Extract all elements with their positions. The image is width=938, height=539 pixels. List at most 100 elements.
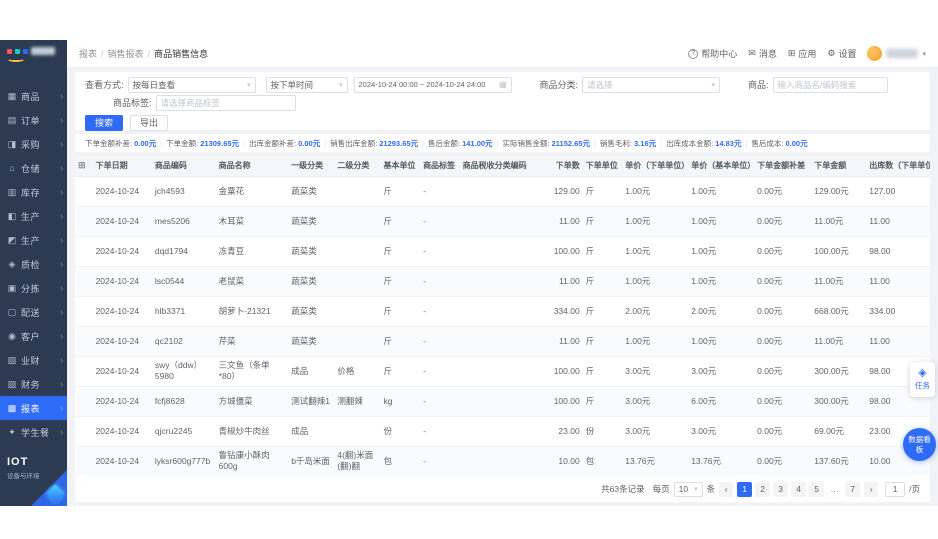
cell: 1.00元	[622, 206, 689, 237]
product-search-input[interactable]	[772, 76, 888, 93]
stat-divider: |	[660, 138, 663, 148]
export-button[interactable]: 导出	[130, 114, 169, 131]
cell: -	[420, 326, 460, 357]
stat-value: 0.00元	[785, 138, 808, 148]
category-select[interactable]: 请选择 ▾	[582, 76, 721, 93]
menu-icon: ▧	[7, 354, 17, 365]
page-button[interactable]: 1	[737, 481, 753, 497]
page-button[interactable]: 4	[791, 481, 807, 497]
menu-icon: ◉	[8, 330, 16, 341]
breadcrumb-item[interactable]: 报表	[79, 47, 97, 60]
next-page-button[interactable]: ›	[864, 481, 879, 497]
search-button[interactable]: 搜索	[85, 114, 124, 131]
menu-icon: ▢	[7, 306, 17, 317]
column-header[interactable]: 出库数（下单单位）	[866, 156, 930, 177]
table-row[interactable]: 2024-10-24 lyksr600g777b 鲁钻康小酥肉600g b千岛米面 4(…	[75, 446, 930, 477]
table-row[interactable]: 2024-10-24 qc2102 芹菜 蔬菜类斤 -11.00 斤 1.00元 1.00元 0…	[75, 326, 930, 357]
column-header[interactable]: 下单金额	[811, 156, 867, 177]
table-header-row: ⊞ 下单日期 商品编码 商品名称 一级分类 二级分类 基本单位 商品标签 商品税收分类编码 下单数…	[75, 156, 930, 177]
table-row[interactable]: 2024-10-24 qjcru2245 青椒炒牛肉丝 成品份 -23.00 份 3.00元…	[75, 416, 930, 447]
sidebar-item-3[interactable]: ◨ 采购 ›	[0, 132, 67, 156]
table-row[interactable]: 2024-10-24 dqd1794 冻青豆 蔬菜类斤 -100.00 斤 1.00元 1.0…	[75, 236, 930, 267]
tag-input[interactable]	[155, 94, 296, 111]
time-type-select[interactable]: 按下单时间 ▾	[265, 76, 348, 93]
page-button[interactable]: 7	[845, 481, 861, 497]
help-action[interactable]: ? 帮助中心	[688, 47, 737, 60]
user-menu[interactable]: ▾	[867, 46, 926, 61]
sidebar-item-12[interactable]: ▧ 业财 ›	[0, 348, 67, 372]
sales-table: ⊞ 下单日期 商品编码 商品名称 一级分类 二级分类 基本单位 商品标签 商品税收分类编码 下单数…	[75, 156, 930, 477]
table-row[interactable]: 2024-10-24 lsc0544 老鼠菜 蔬菜类斤 -11.00 斤 1.00元 1.00…	[75, 266, 930, 297]
chevron-right-icon: ›	[60, 403, 63, 413]
sidebar-item-2[interactable]: ▤ 订单 ›	[0, 108, 67, 132]
column-header[interactable]: 下单日期	[92, 156, 152, 177]
sidebar-item-13[interactable]: ▨ 财务 ›	[0, 372, 67, 396]
column-header[interactable]: 单价（基本单位）	[688, 156, 755, 177]
chevron-right-icon: ›	[60, 211, 63, 221]
sidebar-item-7[interactable]: ◩ 生产 ›	[0, 228, 67, 252]
sidebar-item-4[interactable]: ⌂ 仓储 ›	[0, 156, 67, 180]
column-header[interactable]: 商品编码	[151, 156, 216, 177]
page-button[interactable]: 3	[773, 481, 789, 497]
date-range-picker[interactable]: 2024-10-24 00:00 ~ 2024-10-24 24:00 ▦	[353, 76, 512, 93]
sidebar-item-1[interactable]: ▦ 商品 ›	[0, 84, 67, 108]
message-action[interactable]: ✉ 消息	[748, 47, 777, 60]
cell	[459, 266, 530, 297]
cell: 斤	[380, 266, 421, 297]
apps-action[interactable]: ⊞ 应用	[788, 47, 817, 60]
cell: 11.00	[529, 326, 583, 357]
sidebar-item-5[interactable]: ▥ 库存 ›	[0, 180, 67, 204]
cell: 0.00元	[754, 296, 812, 327]
stat-value: 14.83元	[715, 138, 742, 148]
sidebar-item-14[interactable]: ▩ 报表 ›	[0, 396, 67, 420]
table-row[interactable]: 2024-10-24 jch4593 金粟花 蔬菜类斤 -129.00 斤 1.00元 1.0…	[75, 176, 930, 207]
page-button[interactable]: 2	[755, 481, 771, 497]
column-header[interactable]: 商品标签	[420, 156, 460, 177]
column-header[interactable]: 单价（下单单位）	[622, 156, 689, 177]
table-row[interactable]: 2024-10-24 swy（ddw）5980 三文鱼（条单*80） 成品 价格斤 -10…	[75, 356, 930, 387]
menu-icon: ▤	[7, 114, 17, 125]
sidebar-item-6[interactable]: ◧ 生产 ›	[0, 204, 67, 228]
page-button[interactable]: 5	[809, 481, 825, 497]
cell: 98.00	[866, 236, 930, 267]
cell: 2024-10-24	[92, 266, 152, 297]
cell: 斤	[582, 176, 623, 207]
sidebar-item-11[interactable]: ◉ 客户 ›	[0, 324, 67, 348]
cell: 11.00元	[811, 266, 867, 297]
cell: 2024-10-24	[92, 206, 152, 237]
prev-page-button[interactable]: ‹	[719, 481, 734, 497]
column-header[interactable]: 一级分类	[288, 156, 335, 177]
cell: 3.00元	[622, 356, 689, 387]
cell: 127.00	[866, 176, 930, 207]
sidebar-item-9[interactable]: ▣ 分拣 ›	[0, 276, 67, 300]
view-mode-select[interactable]: 按每日查看 ▾	[127, 76, 256, 93]
cell: 137.60元	[811, 446, 867, 477]
sidebar-item-8[interactable]: ◈ 质检 ›	[0, 252, 67, 276]
column-header[interactable]: 基本单位	[380, 156, 421, 177]
cell	[334, 266, 381, 297]
sidebar-item-10[interactable]: ▢ 配送 ›	[0, 300, 67, 324]
column-header[interactable]: 下单数	[529, 156, 583, 177]
cell: 斤	[582, 386, 623, 417]
column-header[interactable]: 商品名称	[215, 156, 289, 177]
sidebar-item-15[interactable]: ✦ 学生餐 ›	[0, 420, 67, 444]
cell: dqd1794	[151, 236, 216, 267]
column-header[interactable]: 下单单位	[582, 156, 623, 177]
breadcrumb-separator: /	[147, 48, 151, 59]
dashboard-float-button[interactable]: 数据看板	[903, 428, 936, 461]
column-header[interactable]: 二级分类	[334, 156, 381, 177]
goto-page-input[interactable]	[885, 481, 906, 497]
cell: 木耳菜	[215, 206, 289, 237]
per-page-select[interactable]: 10 ▾	[673, 481, 703, 497]
breadcrumb-item[interactable]: 销售报表	[108, 47, 144, 60]
column-header[interactable]: 商品税收分类编码	[459, 156, 530, 177]
cell: 0.00元	[754, 176, 812, 207]
table-row[interactable]: 2024-10-24 hlb3371 胡萝卜-21321 蔬菜类斤 -334.00 斤 2.…	[75, 296, 930, 327]
expand-icon[interactable]: ⊞	[78, 160, 86, 170]
column-header[interactable]: 下单金额补差	[754, 156, 812, 177]
settings-action[interactable]: ⚙ 设置	[827, 47, 856, 60]
table-row[interactable]: 2024-10-24 mes5206 木耳菜 蔬菜类斤 -11.00 斤 1.00元 1.00…	[75, 206, 930, 237]
table-row[interactable]: 2024-10-24 fcfj8628 方城僵菜 测试翻辣1 测翻辣 kg - 100.00 斤…	[75, 386, 930, 417]
cell	[459, 206, 530, 237]
task-float-button[interactable]: ◈ 任务	[910, 362, 935, 397]
